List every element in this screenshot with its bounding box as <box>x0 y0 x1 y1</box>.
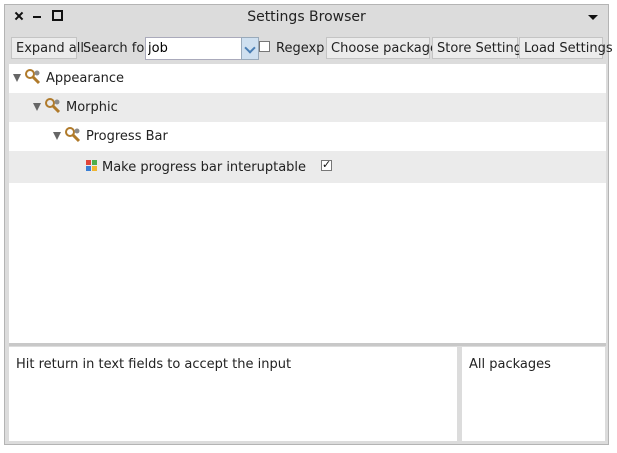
choose-packages-button[interactable]: Choose packages <box>326 37 445 59</box>
search-label: Search for: <box>83 41 154 56</box>
load-settings-button[interactable]: Load Settings <box>519 37 613 59</box>
tree-row-progress-bar[interactable]: Progress Bar <box>9 122 606 151</box>
packages-pane[interactable]: All packages <box>462 347 605 441</box>
store-settings-button[interactable]: Store Settings <box>432 37 529 59</box>
chevron-down-icon <box>244 42 256 54</box>
regexp-checkbox[interactable] <box>259 41 270 52</box>
setting-checkbox-checked[interactable] <box>321 158 332 171</box>
settings-tree[interactable]: Appearance Morphic Progress Bar Make pro… <box>9 64 606 346</box>
search-input[interactable] <box>145 37 243 60</box>
title-bar[interactable]: Settings Browser <box>5 5 608 29</box>
setting-grid-icon <box>86 160 98 172</box>
expand-triangle-icon[interactable] <box>53 132 61 140</box>
tree-row-appearance[interactable]: Appearance <box>9 64 606 93</box>
tree-row-label: Morphic <box>66 100 118 115</box>
wrench-icon <box>45 98 61 114</box>
status-pane: Hit return in text fields to accept the … <box>9 347 457 441</box>
wrench-icon <box>25 69 41 85</box>
tree-row-make-progress-bar-interuptable[interactable]: Make progress bar interuptable <box>9 151 606 183</box>
window-menu-icon[interactable] <box>588 15 598 20</box>
search-history-dropdown[interactable] <box>241 37 259 60</box>
expand-triangle-icon[interactable] <box>33 103 41 111</box>
expand-all-button[interactable]: Expand all <box>11 37 84 59</box>
packages-list-item[interactable]: All packages <box>469 357 551 372</box>
expand-triangle-icon[interactable] <box>13 74 21 82</box>
wrench-icon <box>65 127 81 143</box>
toolbar: Expand all Search for: Regexp Choose pac… <box>9 35 613 61</box>
status-message: Hit return in text fields to accept the … <box>16 357 292 372</box>
regexp-label: Regexp <box>276 41 325 56</box>
settings-browser-window: Settings Browser Expand all Search for: … <box>4 4 613 445</box>
window-title: Settings Browser <box>247 9 366 25</box>
tree-row-label: Progress Bar <box>86 129 168 144</box>
tree-row-morphic[interactable]: Morphic <box>9 93 606 122</box>
tree-row-label: Appearance <box>46 71 125 86</box>
tree-row-label: Make progress bar interuptable <box>102 160 307 175</box>
